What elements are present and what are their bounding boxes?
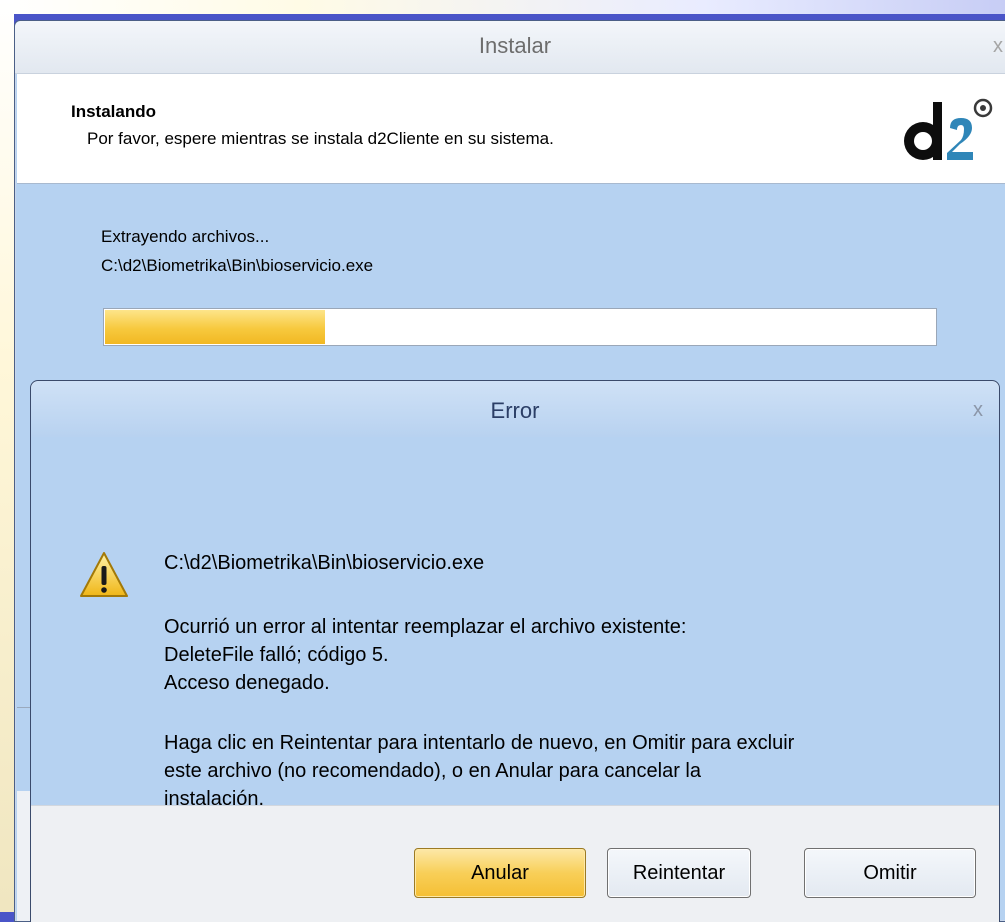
warning-icon	[80, 552, 128, 597]
install-progress-fill	[105, 310, 326, 344]
installer-titlebar[interactable]: Instalar x	[15, 21, 1005, 74]
error-instruction-line: Haga clic en Reintentar para intentarlo …	[164, 732, 795, 754]
error-body: C:\d2\Biometrika\Bin\bioservicio.exe Ocu…	[31, 437, 999, 810]
error-message-line: Acceso denegado.	[164, 672, 330, 694]
error-button-bar: Anular Reintentar Omitir	[31, 805, 999, 922]
error-instruction-line: este archivo (no recomendado), o en Anul…	[164, 760, 701, 782]
desktop-background-top	[0, 0, 1005, 14]
error-message: Ocurrió un error al intentar reemplazar …	[164, 613, 686, 697]
ignore-button[interactable]: Omitir	[804, 848, 976, 898]
error-message-line: Ocurrió un error al intentar reemplazar …	[164, 616, 687, 638]
install-current-file: C:\d2\Biometrika\Bin\bioservicio.exe	[101, 256, 374, 275]
header-title: Instalando	[71, 102, 157, 121]
install-status: Extrayendo archivos...	[101, 227, 270, 246]
error-message-line: DeleteFile falló; código 5.	[164, 644, 389, 666]
error-close-icon[interactable]: x	[973, 399, 983, 422]
error-dialog: Error x C:\d2\Biometrika\Bin\bioservicio…	[30, 380, 1000, 922]
error-instructions: Haga clic en Reintentar para intentarlo …	[164, 729, 944, 813]
installer-footer	[17, 791, 31, 921]
install-progress-bar	[103, 308, 937, 346]
installer-header: Instalando Por favor, espere mientras se…	[17, 74, 1005, 184]
separator-line	[17, 707, 31, 708]
header-subtitle: Por favor, espere mientras se instala d2…	[87, 129, 554, 148]
error-titlebar[interactable]: Error x	[31, 381, 999, 437]
d2-logo-icon	[904, 98, 993, 160]
installer-close-icon[interactable]: x	[993, 35, 1003, 58]
error-file-path: C:\d2\Biometrika\Bin\bioservicio.exe	[164, 552, 485, 574]
desktop-background-left	[0, 0, 14, 912]
retry-button[interactable]: Reintentar	[607, 848, 751, 898]
error-title: Error	[490, 398, 540, 423]
installer-title: Instalar	[478, 33, 552, 58]
abort-button[interactable]: Anular	[414, 848, 586, 898]
